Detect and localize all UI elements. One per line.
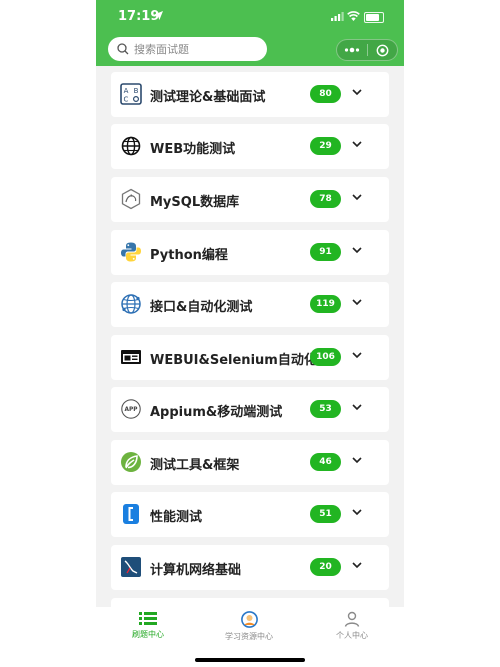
close-circle-icon bbox=[376, 44, 389, 56]
chevron-down-icon[interactable] bbox=[352, 247, 362, 254]
tab-label: 学习资源中心 bbox=[225, 632, 273, 641]
close-button[interactable] bbox=[368, 44, 398, 57]
search-icon bbox=[117, 43, 129, 55]
chevron-down-icon[interactable] bbox=[352, 141, 362, 148]
count-badge: 80 bbox=[310, 85, 341, 103]
app-icon: APP bbox=[121, 399, 141, 419]
count-badge: 119 bbox=[310, 295, 341, 313]
category-card[interactable]: 接口&自动化测试 119 bbox=[111, 282, 389, 327]
more-dots-icon bbox=[344, 47, 359, 53]
mini-program-capsule bbox=[336, 39, 398, 61]
status-bar: 17:19 bbox=[96, 0, 404, 34]
tab-label: 刷题中心 bbox=[132, 630, 164, 639]
terminal-icon bbox=[121, 557, 141, 577]
category-card[interactable]: 性能测试 51 bbox=[111, 492, 389, 537]
category-title: 测试理论&基础面试 bbox=[150, 90, 266, 105]
category-card[interactable]: WEB功能测试 29 bbox=[111, 124, 389, 169]
chevron-down-icon[interactable] bbox=[352, 352, 362, 359]
count-badge: 51 bbox=[310, 505, 341, 523]
category-title: 计算机网络基础 bbox=[150, 563, 242, 578]
header: 17:19 搜索面试题 bbox=[96, 0, 404, 66]
leaf-icon bbox=[121, 452, 141, 472]
category-card[interactable]: 测试工具&框架 46 bbox=[111, 440, 389, 485]
battery-icon bbox=[364, 12, 384, 23]
category-card[interactable]: Python编程 91 bbox=[111, 230, 389, 275]
count-badge: 46 bbox=[310, 453, 341, 471]
chevron-down-icon[interactable] bbox=[352, 562, 362, 569]
category-card[interactable]: APP Appium&移动端测试 53 bbox=[111, 387, 389, 432]
chevron-down-icon[interactable] bbox=[352, 89, 362, 96]
wifi-icon bbox=[347, 11, 360, 21]
tab-learning-resources[interactable]: 学习资源中心 bbox=[199, 611, 299, 642]
search-bar[interactable]: 搜索面试题 bbox=[108, 37, 267, 61]
more-button[interactable] bbox=[337, 47, 367, 53]
count-badge: 29 bbox=[310, 137, 341, 155]
avatar-icon bbox=[240, 611, 258, 628]
tab-personal-center[interactable]: 个人中心 bbox=[302, 611, 402, 641]
chevron-down-icon[interactable] bbox=[352, 194, 362, 201]
category-title: Python编程 bbox=[150, 248, 228, 263]
abc-grid-icon: A B C bbox=[120, 83, 142, 105]
browser-window-icon bbox=[121, 350, 141, 364]
svg-text:APP: APP bbox=[125, 407, 139, 413]
category-title: Appium&移动端测试 bbox=[150, 405, 283, 420]
tab-practice-center[interactable]: 刷题中心 bbox=[98, 611, 198, 640]
category-title: 测试工具&框架 bbox=[150, 458, 240, 473]
count-badge: 53 bbox=[310, 400, 341, 418]
network-globe-icon bbox=[121, 294, 141, 314]
cellular-signal-icon bbox=[331, 12, 344, 21]
category-card[interactable]: A B C 测试理论&基础面试 80 bbox=[111, 72, 389, 117]
chevron-down-icon[interactable] bbox=[352, 457, 362, 464]
search-placeholder: 搜索面试题 bbox=[134, 43, 189, 56]
svg-text:A: A bbox=[124, 87, 129, 95]
bracket-icon bbox=[123, 504, 139, 524]
category-card[interactable]: 计算机网络基础 20 bbox=[111, 545, 389, 590]
python-icon bbox=[121, 242, 141, 262]
category-card[interactable]: WEBUI&Selenium自动化 106 bbox=[111, 335, 389, 380]
home-indicator bbox=[195, 658, 305, 662]
count-badge: 78 bbox=[310, 190, 341, 208]
location-arrow-icon bbox=[154, 11, 163, 20]
svg-text:C: C bbox=[124, 96, 129, 104]
count-badge: 106 bbox=[310, 348, 341, 366]
person-icon bbox=[344, 611, 360, 627]
chevron-down-icon[interactable] bbox=[352, 509, 362, 516]
phone-screen: 17:19 搜索面试题 A B C 测试理论&基础面试 80 WEB功能测试 2… bbox=[96, 0, 404, 667]
chevron-down-icon[interactable] bbox=[352, 299, 362, 306]
chevron-down-icon[interactable] bbox=[352, 404, 362, 411]
category-title: 性能测试 bbox=[150, 510, 203, 525]
category-title: WEBUI&Selenium自动化 bbox=[150, 353, 317, 368]
count-badge: 20 bbox=[310, 558, 341, 576]
svg-text:B: B bbox=[134, 87, 139, 95]
list-icon bbox=[139, 612, 157, 625]
tab-bar: 刷题中心 学习资源中心 个人中心 bbox=[96, 607, 404, 667]
category-title: 接口&自动化测试 bbox=[150, 300, 253, 315]
globe-icon bbox=[121, 136, 141, 156]
count-badge: 91 bbox=[310, 243, 341, 261]
category-title: WEB功能测试 bbox=[150, 142, 236, 157]
category-title: MySQL数据库 bbox=[150, 195, 240, 210]
mysql-icon bbox=[121, 188, 141, 210]
tab-label: 个人中心 bbox=[336, 631, 368, 640]
category-card[interactable]: MySQL数据库 78 bbox=[111, 177, 389, 222]
